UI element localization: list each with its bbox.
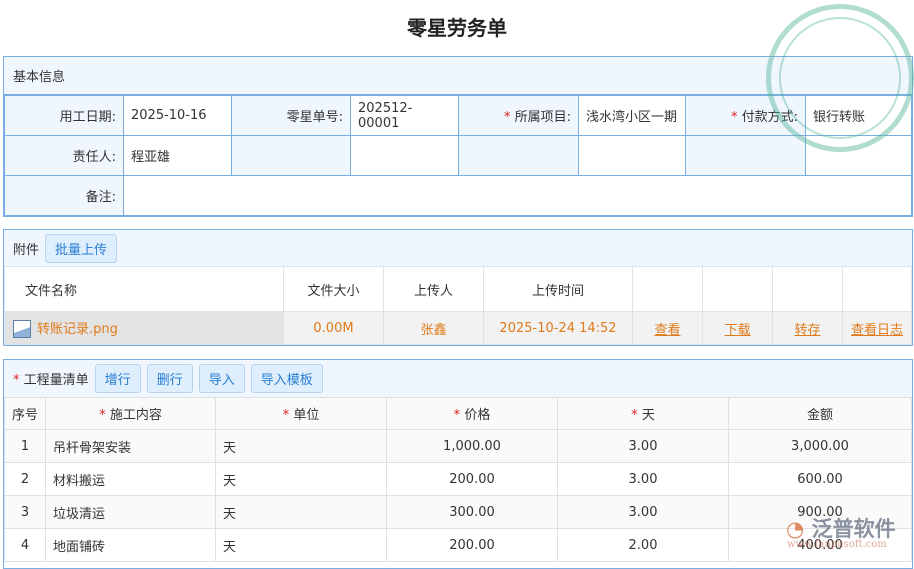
- download-link[interactable]: 下载: [724, 323, 750, 338]
- remark-field[interactable]: [123, 175, 912, 216]
- file-size: 0.00M: [283, 311, 384, 345]
- file-uploader: 张鑫: [383, 311, 484, 345]
- table-row: 3 垃圾清运天 300.00 3.00 900.00: [4, 495, 912, 529]
- row-content[interactable]: 材料搬运: [45, 462, 216, 496]
- attachment-header: 附件: [13, 242, 40, 258]
- delete-row-button[interactable]: 删行: [146, 364, 193, 393]
- col-unit: * 单位: [215, 397, 387, 430]
- row-content[interactable]: 垃圾清运: [45, 495, 216, 529]
- label-work-date: 用工日期:: [4, 95, 124, 136]
- attachment-section: 附件 批量上传 文件名称 文件大小 上传人 上传时间 转账记录.png 0.00…: [3, 229, 913, 346]
- label-order-no: 零星单号:: [231, 95, 351, 136]
- row-price[interactable]: 200.00: [386, 528, 558, 562]
- quantity-header: * 工程量清单: [13, 373, 89, 388]
- row-unit[interactable]: 天: [215, 528, 387, 562]
- row-unit[interactable]: 天: [215, 429, 387, 463]
- row-days[interactable]: 3.00: [557, 429, 729, 463]
- row-price[interactable]: 1,000.00: [386, 429, 558, 463]
- row-index: 2: [4, 462, 46, 496]
- row-amount[interactable]: 600.00: [728, 462, 912, 496]
- table-row: 2 材料搬运天 200.00 3.00 600.00: [4, 462, 912, 496]
- row-days[interactable]: 3.00: [557, 462, 729, 496]
- col-file-name: 文件名称: [4, 266, 284, 312]
- order-no-field[interactable]: 202512-00001: [350, 95, 459, 136]
- label-project: * 所属项目:: [458, 95, 579, 136]
- col-uploader: 上传人: [383, 266, 484, 312]
- empty-field: [350, 135, 459, 176]
- owner-field[interactable]: 程亚雄: [123, 135, 232, 176]
- work-date-field[interactable]: 2025-10-16: [123, 95, 232, 136]
- label-remark: 备注:: [4, 175, 124, 216]
- label-owner: 责任人:: [4, 135, 124, 176]
- table-row: 1 吊杆骨架安装天 1,000.00 3.00 3,000.00: [4, 429, 912, 463]
- file-upload-time: 2025-10-24 14:52: [483, 311, 633, 345]
- image-file-icon: [13, 320, 31, 339]
- row-unit[interactable]: 天: [215, 462, 387, 496]
- import-button[interactable]: 导入: [198, 364, 245, 393]
- table-row: 4 地面铺砖天 200.00 2.00 400.00: [4, 528, 912, 562]
- row-days[interactable]: 2.00: [557, 528, 729, 562]
- row-index: 4: [4, 528, 46, 562]
- empty-label: [231, 135, 351, 176]
- project-field[interactable]: 浅水湾小区一期: [578, 95, 686, 136]
- row-content[interactable]: 地面铺砖: [45, 528, 216, 562]
- save-link[interactable]: 转存: [794, 323, 820, 338]
- row-index: 1: [4, 429, 46, 463]
- row-amount[interactable]: 3,000.00: [728, 429, 912, 463]
- file-name-cell[interactable]: 转账记录.png: [4, 311, 284, 345]
- row-price[interactable]: 300.00: [386, 495, 558, 529]
- row-unit[interactable]: 天: [215, 495, 387, 529]
- row-price[interactable]: 200.00: [386, 462, 558, 496]
- col-upload-time: 上传时间: [483, 266, 633, 312]
- import-template-button[interactable]: 导入模板: [250, 364, 323, 393]
- empty-label: [685, 135, 806, 176]
- view-log-link[interactable]: 查看日志: [851, 323, 903, 338]
- table-row: 转账记录.png 0.00M 张鑫 2025-10-24 14:52 查看 下载…: [4, 311, 912, 345]
- row-index: 3: [4, 495, 46, 529]
- col-days: * 天: [557, 397, 729, 430]
- col-file-size: 文件大小: [283, 266, 384, 312]
- row-content[interactable]: 吊杆骨架安装: [45, 429, 216, 463]
- col-index: 序号: [4, 397, 46, 430]
- row-days[interactable]: 3.00: [557, 495, 729, 529]
- empty-label: [458, 135, 579, 176]
- batch-upload-button[interactable]: 批量上传: [45, 233, 118, 263]
- view-link[interactable]: 查看: [654, 323, 680, 338]
- col-content: * 施工内容: [45, 397, 216, 430]
- col-price: * 价格: [386, 397, 558, 430]
- col-amount: 金额: [728, 397, 912, 430]
- add-row-button[interactable]: 增行: [94, 364, 141, 393]
- quantity-section: * 工程量清单 增行 删行 导入 导入模板 序号 * 施工内容 * 单位 * 价…: [3, 359, 913, 569]
- empty-field: [578, 135, 686, 176]
- watermark-url: www.fanpusoft.com: [787, 539, 887, 550]
